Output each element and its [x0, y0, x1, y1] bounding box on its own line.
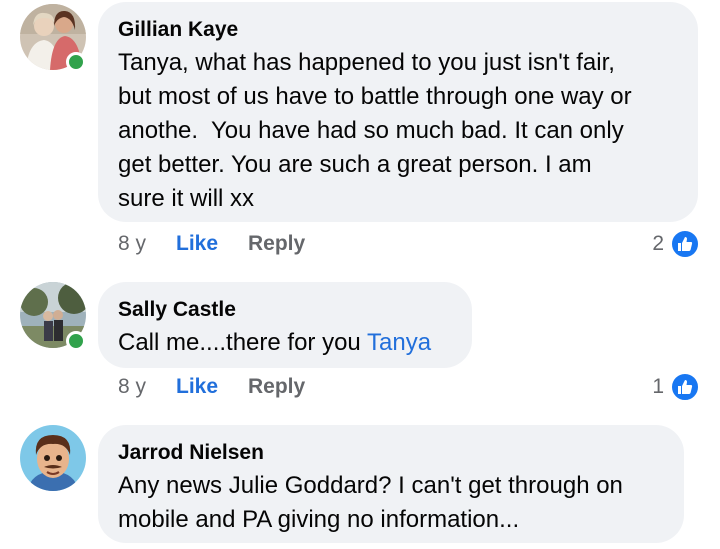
comment-author[interactable]: Jarrod Nielsen [118, 439, 664, 467]
reply-button[interactable]: Reply [248, 375, 305, 399]
mention-link[interactable]: Tanya [367, 329, 431, 356]
comment-text-line: sure it will xx [118, 185, 255, 212]
comment-text: Call me....there for you Tanya [118, 326, 452, 360]
thumbs-up-icon [670, 229, 700, 259]
comment-timestamp[interactable]: 8 y [118, 232, 176, 256]
comment-author[interactable]: Gillian Kaye [118, 16, 678, 44]
reply-button[interactable]: Reply [248, 232, 305, 256]
comment-author[interactable]: Sally Castle [118, 296, 452, 324]
comment-timestamp[interactable]: 8 y [118, 375, 176, 399]
comment-text-line: anothe. You have had so much bad. It can… [118, 117, 624, 144]
comment-bubble[interactable]: Sally Castle Call me....there for you Ta… [98, 282, 472, 368]
comment-text-line: Tanya, what has happened to you just isn… [118, 49, 615, 76]
comment-text-line: Any news Julie Goddard? I can't get thro… [118, 472, 623, 499]
comment-text: Tanya, what has happened to you just isn… [118, 46, 678, 216]
reaction-summary[interactable]: 2 [652, 229, 700, 259]
comment-text-line: mobile and PA giving no information... [118, 506, 520, 533]
like-button[interactable]: Like [176, 232, 248, 256]
avatar[interactable] [20, 425, 86, 491]
comment-text: Any news Julie Goddard? I can't get thro… [118, 469, 664, 537]
like-button[interactable]: Like [176, 375, 248, 399]
comment-actions: 8 y Like Reply [118, 372, 305, 402]
comment-text-line: get better. You are such a great person.… [118, 151, 592, 178]
comment-bubble[interactable]: Gillian Kaye Tanya, what has happened to… [98, 2, 698, 222]
avatar-cartoon-icon [20, 425, 86, 491]
reaction-count: 2 [652, 232, 664, 255]
online-status-dot [66, 52, 86, 72]
reaction-count: 1 [652, 375, 664, 398]
reaction-summary[interactable]: 1 [652, 372, 700, 402]
comment-text-line: but most of us have to battle through on… [118, 83, 632, 110]
thumbs-up-icon [670, 372, 700, 402]
online-status-dot [66, 331, 86, 351]
comment-bubble[interactable]: Jarrod Nielsen Any news Julie Goddard? I… [98, 425, 684, 543]
comment-actions: 8 y Like Reply [118, 229, 305, 259]
comment-text-body: Call me....there for you [118, 329, 367, 356]
